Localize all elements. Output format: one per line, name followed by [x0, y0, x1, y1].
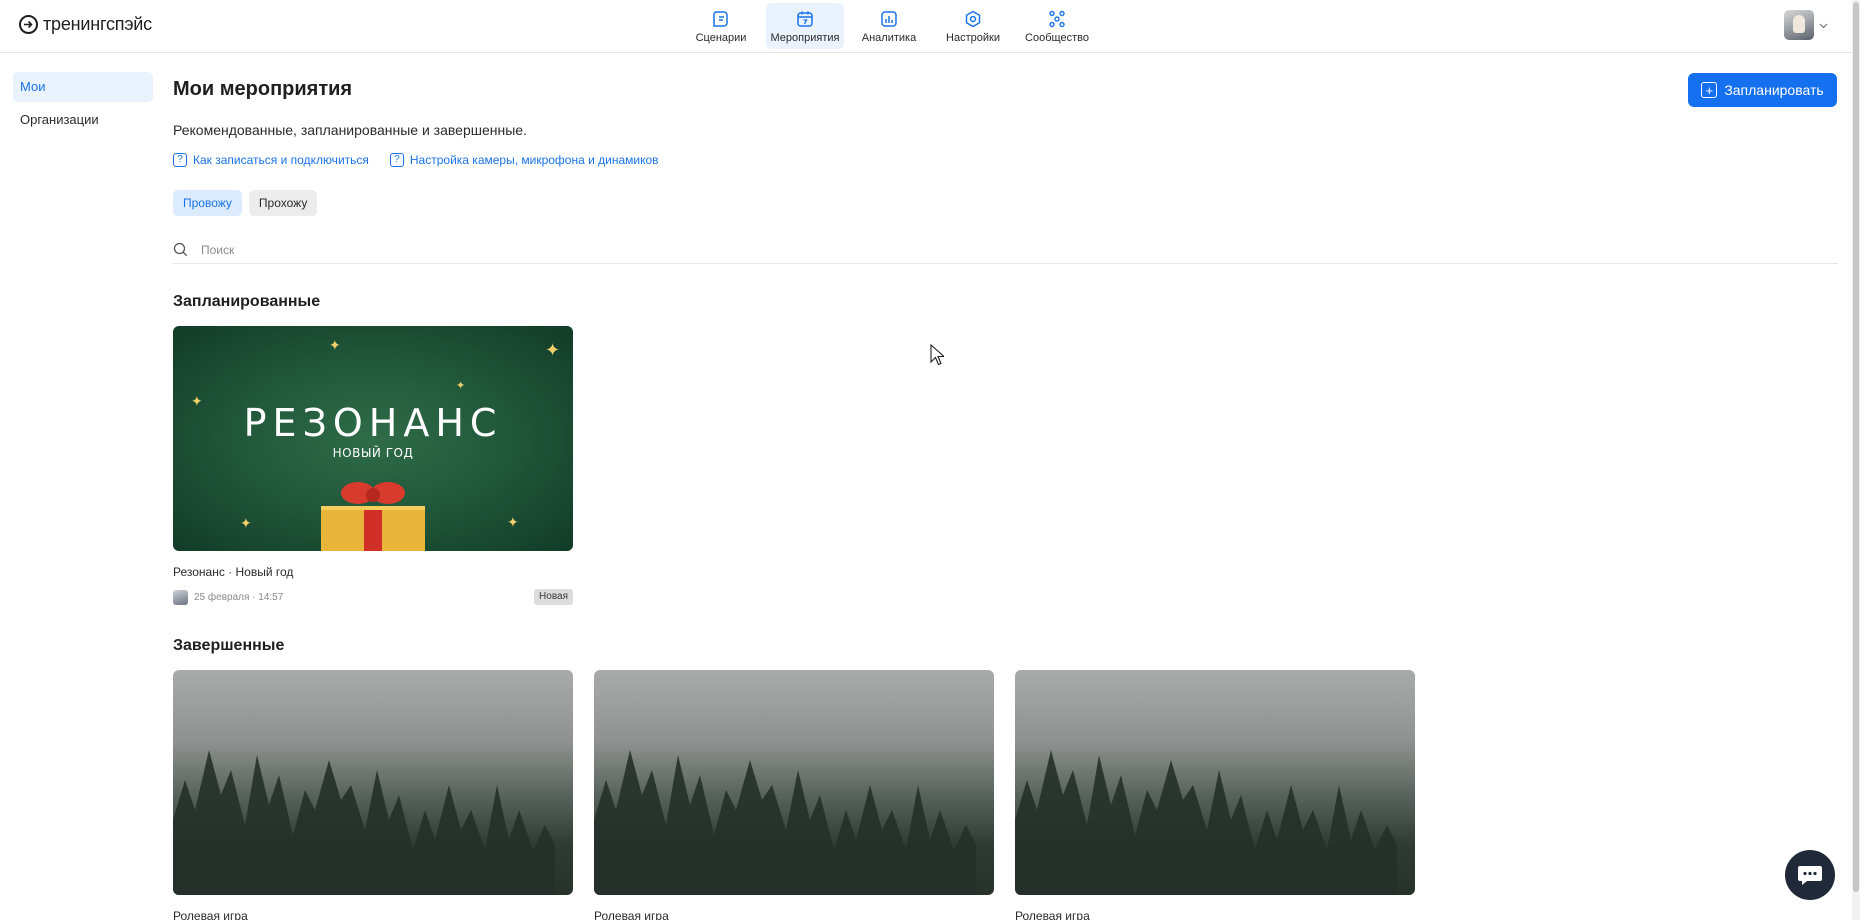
gift-ribbon — [364, 510, 382, 551]
nav-label: Настройки — [946, 31, 1000, 44]
sidebar-item-organizations[interactable]: Организации — [13, 105, 153, 135]
event-cover-image — [1015, 670, 1415, 895]
cover-subtitle: НОВЫЙ ГОД — [332, 446, 414, 460]
forest-illustration — [1015, 750, 1397, 895]
nav-community[interactable]: Сообщество — [1018, 3, 1096, 49]
scrollbar[interactable] — [1852, 0, 1860, 920]
calendar-icon — [797, 11, 813, 27]
sparkle-icon: ✦ — [507, 514, 519, 530]
nav-analytics[interactable]: Аналитика — [850, 3, 928, 49]
nav-label: Аналитика — [861, 31, 917, 44]
top-bar: тренингспэйс Сценарии Мероприятия Аналит… — [0, 0, 1852, 53]
event-title: Ролевая игра — [1015, 909, 1090, 920]
chip-hosting[interactable]: Провожу — [173, 190, 242, 216]
event-title: Ролевая игра — [173, 909, 248, 920]
event-title: Резонанс · Новый год — [173, 565, 294, 579]
gift-bow-icon — [341, 482, 405, 504]
plan-event-button[interactable]: + Запланировать — [1688, 73, 1837, 107]
event-title: Ролевая игра — [594, 909, 669, 920]
search-icon — [173, 242, 188, 257]
status-badge: Новая — [534, 589, 573, 605]
nav-settings[interactable]: Настройки — [934, 3, 1012, 49]
sparkle-icon: ✦ — [456, 380, 466, 392]
help-link-join[interactable]: ? Как записаться и подключиться — [173, 153, 369, 167]
nav-scenarios[interactable]: Сценарии — [682, 3, 760, 49]
help-link-devices[interactable]: ? Настройка камеры, микрофона и динамико… — [389, 153, 659, 167]
help-link-label: Настройка камеры, микрофона и динамиков — [409, 153, 659, 167]
event-cover-image — [173, 670, 573, 895]
help-links: ? Как записаться и подключиться ? Настро… — [173, 153, 659, 167]
gift-box — [321, 506, 425, 551]
event-card[interactable]: ✦ ✦ ✦ ✦ ✦ ✦ РЕЗОНАНС НОВЫЙ ГОД Резонанс … — [173, 326, 573, 605]
sparkle-icon: ✦ — [240, 515, 252, 531]
chat-icon — [1798, 866, 1822, 885]
support-chat-button[interactable] — [1785, 850, 1835, 900]
search-bar — [173, 236, 1838, 264]
nav-label: Мероприятия — [770, 31, 840, 44]
question-icon: ? — [173, 153, 187, 167]
page-title: Мои мероприятия — [173, 78, 353, 100]
main-nav: Сценарии Мероприятия Аналитика Настройки… — [682, 3, 1096, 49]
plus-icon: + — [1701, 82, 1718, 98]
scenarios-icon — [713, 10, 728, 27]
forest-illustration — [173, 750, 555, 895]
plan-button-label: Запланировать — [1724, 82, 1824, 98]
mouse-cursor-icon — [930, 344, 944, 366]
sparkle-icon: ✦ — [545, 340, 561, 360]
settings-icon — [965, 10, 981, 27]
logo-text: тренингспэйс — [43, 14, 152, 34]
role-filter: Провожу Прохожу — [173, 190, 318, 216]
user-menu[interactable] — [1784, 10, 1828, 40]
event-meta: 25 февраля · 14:57 Новая — [173, 589, 573, 605]
avatar — [1784, 10, 1814, 40]
event-card[interactable]: Ролевая игра — [594, 670, 994, 920]
forest-illustration — [594, 750, 976, 895]
chip-attending[interactable]: Прохожу — [248, 190, 318, 216]
event-card[interactable]: Ролевая игра — [1015, 670, 1415, 920]
page-subtitle: Рекомендованные, запланированные и завер… — [173, 122, 527, 138]
nav-label: Сообщество — [1025, 31, 1089, 44]
event-cover-image: ✦ ✦ ✦ ✦ ✦ ✦ РЕЗОНАНС НОВЫЙ ГОД — [173, 326, 573, 551]
event-cover-image — [594, 670, 994, 895]
sidebar-item-my[interactable]: Мои — [13, 72, 153, 102]
scroll-thumb[interactable] — [1853, 2, 1859, 892]
help-link-label: Как записаться и подключиться — [193, 153, 369, 167]
question-icon: ? — [389, 153, 404, 167]
cover-title: РЕЗОНАНС — [243, 401, 503, 445]
logo[interactable]: тренингспэйс — [19, 14, 152, 35]
sidebar: Мои Организации — [13, 72, 153, 138]
nav-label: Сценарии — [695, 31, 747, 44]
community-icon — [1049, 10, 1065, 27]
chevron-down-icon — [1819, 23, 1828, 28]
search-input[interactable] — [201, 242, 701, 257]
section-title-scheduled: Запланированные — [173, 293, 321, 310]
section-title-completed: Завершенные — [173, 637, 285, 654]
nav-events[interactable]: Мероприятия — [766, 3, 844, 49]
event-card[interactable]: Ролевая игра — [173, 670, 573, 920]
event-date: 25 февраля · 14:57 — [194, 591, 284, 603]
host-avatar — [173, 589, 188, 605]
analytics-icon — [881, 10, 897, 27]
logo-icon — [19, 15, 38, 34]
sparkle-icon: ✦ — [329, 337, 341, 353]
